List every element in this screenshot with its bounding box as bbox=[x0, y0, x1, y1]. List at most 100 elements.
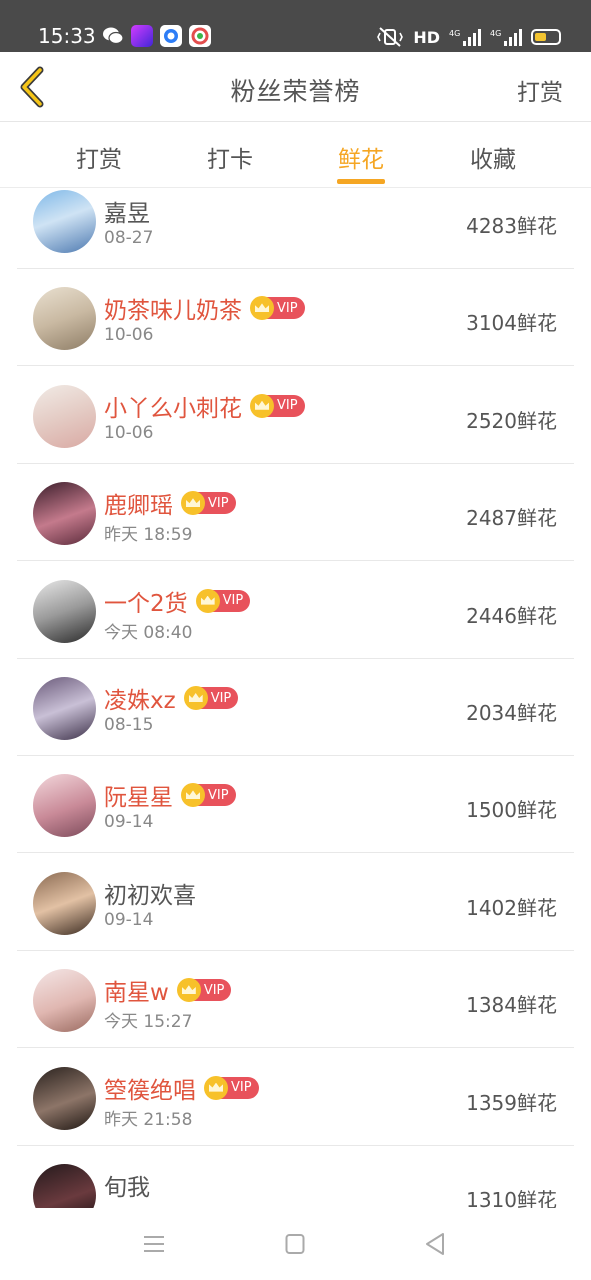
flower-count: 2520鲜花 bbox=[466, 408, 557, 433]
fan-name-row: 阮星星 VIP bbox=[104, 778, 236, 812]
fan-name[interactable]: 一个2货 bbox=[104, 584, 188, 618]
avatar[interactable] bbox=[33, 190, 96, 253]
fan-name-row: 一个2货 VIP bbox=[104, 584, 251, 618]
page-title: 粉丝荣誉榜 bbox=[230, 77, 361, 106]
avatar[interactable] bbox=[33, 1164, 96, 1208]
fan-last-active: 09-14 bbox=[104, 909, 154, 930]
tab-flowers[interactable]: 鲜花 bbox=[331, 140, 391, 184]
svg-text:4G: 4G bbox=[490, 29, 501, 38]
vip-label: VIP bbox=[277, 398, 298, 414]
crown-icon bbox=[195, 588, 220, 613]
fan-name-row: 箜篌绝唱 VIP bbox=[104, 1071, 259, 1105]
system-nav-bar bbox=[0, 1208, 591, 1280]
fan-name[interactable]: 凌姝xz bbox=[104, 681, 176, 715]
avatar[interactable] bbox=[33, 969, 96, 1033]
vip-label: VIP bbox=[222, 593, 244, 609]
fan-name-row: 凌姝xz VIP bbox=[104, 681, 239, 715]
fan-row[interactable]: 初初欢喜 09-14 1402鲜花 bbox=[17, 854, 574, 951]
flower-count: 3104鲜花 bbox=[466, 311, 557, 336]
tab-reward[interactable]: 打赏 bbox=[69, 140, 129, 174]
vip-badge: VIP bbox=[181, 491, 236, 516]
vip-label: VIP bbox=[203, 982, 225, 998]
fan-name-row: 鹿卿瑶 VIP bbox=[104, 486, 236, 520]
fan-name[interactable]: 初初欢喜 bbox=[104, 876, 196, 910]
flower-count: 1359鲜花 bbox=[466, 1090, 557, 1115]
flower-count: 2446鲜花 bbox=[466, 603, 557, 628]
fan-row[interactable]: 鹿卿瑶 VIP 昨天 18:59 2487鲜花 bbox=[17, 464, 574, 562]
fan-last-active: 09-14 bbox=[104, 812, 154, 833]
fan-last-active: 10-06 bbox=[104, 422, 154, 443]
hd-icon: HD bbox=[413, 27, 440, 47]
vip-badge: VIP bbox=[250, 393, 305, 418]
fan-name[interactable]: 南星w bbox=[104, 973, 169, 1007]
fan-row[interactable]: 嘉昱 08-27 4283鲜花 bbox=[17, 188, 574, 269]
avatar[interactable] bbox=[33, 677, 96, 740]
flower-count: 2487鲜花 bbox=[466, 506, 557, 531]
vip-badge: VIP bbox=[176, 978, 232, 1003]
avatar[interactable] bbox=[33, 1066, 96, 1130]
flower-count: 2034鲜花 bbox=[466, 701, 557, 725]
flower-count: 1500鲜花 bbox=[466, 798, 557, 823]
menu-icon[interactable] bbox=[143, 1234, 165, 1254]
tab-checkin[interactable]: 打卡 bbox=[200, 140, 260, 174]
fan-row[interactable]: 奶茶味儿奶茶 VIP 10-06 3104鲜花 bbox=[17, 269, 574, 367]
fan-last-active: 08-27 bbox=[104, 228, 154, 248]
crown-icon bbox=[204, 1075, 228, 1100]
fan-name-row: 南星w VIP bbox=[104, 973, 232, 1007]
fan-row[interactable]: 一个2货 VIP 今天 08:40 2446鲜花 bbox=[17, 562, 574, 659]
status-icons: HD 4G 4G bbox=[376, 24, 561, 50]
fan-row[interactable]: 阮星星 VIP 09-14 1500鲜花 bbox=[17, 756, 574, 854]
circle-app-icon bbox=[160, 25, 182, 47]
vip-badge: VIP bbox=[195, 588, 251, 613]
browser-icon bbox=[189, 25, 211, 47]
vip-label: VIP bbox=[231, 1080, 252, 1096]
home-square-icon[interactable] bbox=[285, 1233, 305, 1255]
flower-count: 4283鲜花 bbox=[466, 214, 557, 238]
avatar[interactable] bbox=[33, 871, 96, 935]
avatar[interactable] bbox=[33, 287, 96, 351]
avatar[interactable] bbox=[33, 774, 96, 838]
flower-count: 1384鲜花 bbox=[466, 993, 557, 1018]
fan-name-row: 奶茶味儿奶茶 VIP bbox=[104, 291, 305, 325]
fan-row[interactable]: 凌姝xz VIP 08-15 2034鲜花 bbox=[17, 659, 574, 756]
crown-icon bbox=[250, 296, 274, 321]
fan-last-active: 今天 15:27 bbox=[104, 1012, 193, 1033]
fan-name[interactable]: 嘉昱 bbox=[104, 194, 150, 228]
fan-name[interactable]: 奶茶味儿奶茶 bbox=[104, 291, 242, 325]
fan-name[interactable]: 小丫么小刺花 bbox=[104, 389, 242, 423]
signal-4g-icon: 4G bbox=[449, 29, 481, 46]
fan-row[interactable]: 南星w VIP 今天 15:27 1384鲜花 bbox=[17, 951, 574, 1049]
vip-badge: VIP bbox=[250, 296, 305, 321]
fan-row[interactable]: 小丫么小刺花 VIP 10-06 2520鲜花 bbox=[17, 367, 574, 464]
reward-button[interactable]: 打赏 bbox=[517, 73, 563, 107]
avatar[interactable] bbox=[33, 384, 96, 448]
avatar[interactable] bbox=[33, 579, 96, 643]
vip-badge: VIP bbox=[183, 686, 239, 710]
top-app-bar: 粉丝荣誉榜 打赏 bbox=[0, 52, 591, 122]
fan-name-row: 旬我 bbox=[104, 1168, 150, 1202]
fan-name[interactable]: 箜篌绝唱 bbox=[104, 1071, 196, 1105]
wechat-icon bbox=[103, 27, 124, 45]
fan-name-row: 嘉昱 bbox=[104, 194, 150, 228]
fan-name[interactable]: 阮星星 bbox=[104, 778, 173, 812]
fan-name[interactable]: 鹿卿瑶 bbox=[104, 486, 173, 520]
crown-icon bbox=[181, 491, 205, 516]
battery-icon bbox=[531, 29, 561, 45]
tab-favorites[interactable]: 收藏 bbox=[463, 140, 523, 174]
crown-icon bbox=[181, 783, 205, 808]
fan-row[interactable]: 箜篌绝唱 VIP 昨天 21:58 1359鲜花 bbox=[17, 1049, 574, 1146]
mute-vibrate-icon bbox=[377, 27, 404, 47]
tab-bar: 打赏 打卡 鲜花 收藏 bbox=[0, 122, 591, 188]
back-triangle-icon[interactable] bbox=[424, 1232, 446, 1256]
vip-label: VIP bbox=[277, 300, 298, 316]
fan-last-active: 08-15 bbox=[104, 715, 154, 735]
fan-last-active: 昨天 21:58 bbox=[104, 1109, 193, 1130]
vip-label: VIP bbox=[210, 690, 232, 706]
flower-count: 1402鲜花 bbox=[466, 895, 557, 920]
fan-name[interactable]: 旬我 bbox=[104, 1168, 150, 1202]
vip-label: VIP bbox=[208, 787, 229, 803]
vip-badge: VIP bbox=[181, 783, 236, 808]
fan-row[interactable]: 旬我 1310鲜花 bbox=[17, 1146, 574, 1208]
avatar[interactable] bbox=[33, 482, 96, 546]
flower-count: 1310鲜花 bbox=[466, 1188, 557, 1208]
